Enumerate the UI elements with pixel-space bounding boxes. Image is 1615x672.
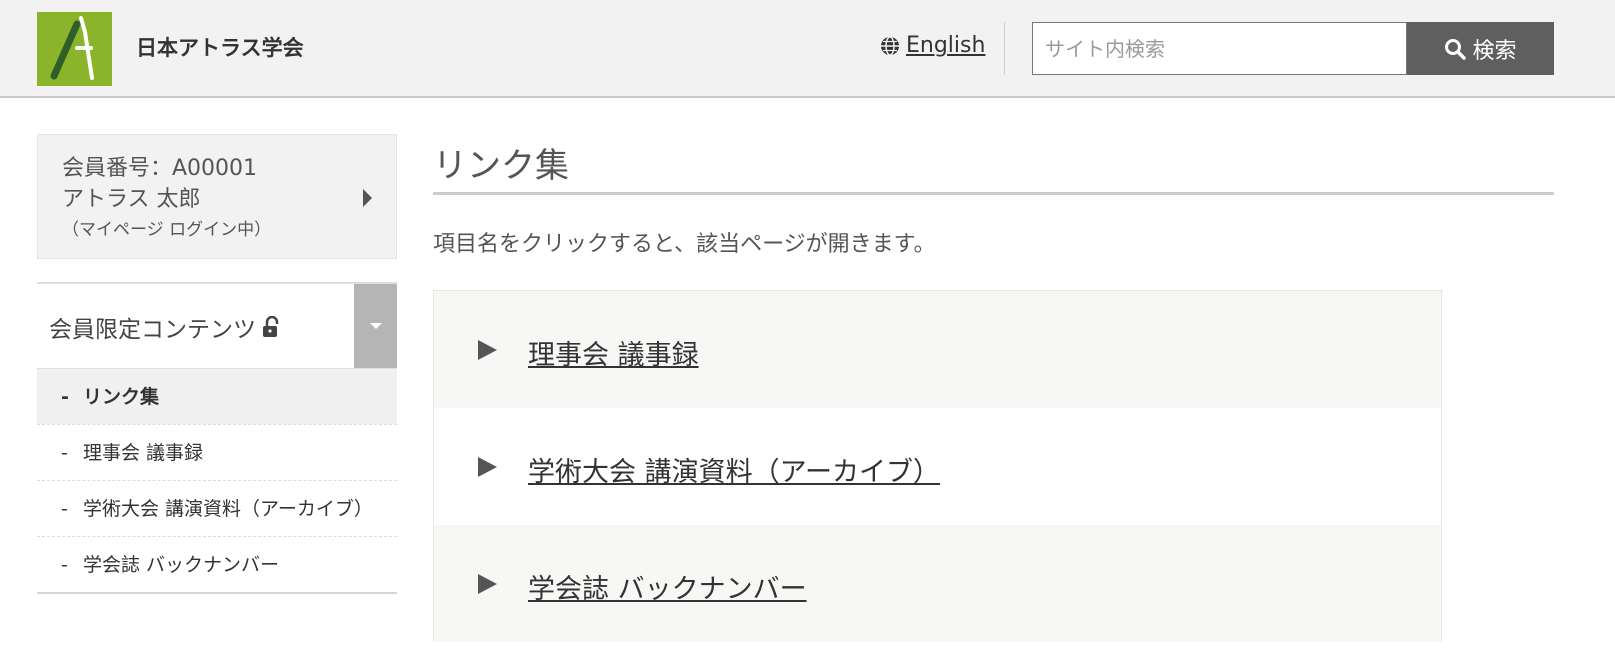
sidebar-item-links[interactable]: - リンク集 <box>37 368 397 424</box>
link-conference-archive[interactable]: 学術大会 講演資料（アーカイブ） <box>528 450 940 489</box>
page-title: リンク集 <box>433 146 569 186</box>
item-dash: - <box>61 442 68 464</box>
member-content-menu-header[interactable]: 会員限定コンテンツ <box>37 282 397 368</box>
globe-icon <box>881 35 899 56</box>
sidebar-item-label: 理事会 議事録 <box>83 442 204 464</box>
item-dash: - <box>61 554 68 576</box>
link-list: 理事会 議事録 学術大会 講演資料（アーカイブ） 学会誌 バックナンバー <box>433 290 1442 642</box>
search-icon <box>1445 38 1467 60</box>
header-divider <box>1004 22 1005 75</box>
search-button-label: 検索 <box>1472 38 1517 64</box>
member-number: 会員番号：A00001 <box>62 156 258 181</box>
menu-toggle-button[interactable] <box>354 284 397 368</box>
sidebar-item-label: リンク集 <box>83 386 160 408</box>
site-logo[interactable] <box>37 12 112 86</box>
triangle-right-icon <box>478 456 497 477</box>
link-row: 学術大会 講演資料（アーカイブ） <box>434 408 1441 525</box>
menu-title: 会員限定コンテンツ <box>49 310 280 344</box>
member-info-box[interactable]: 会員番号：A00001 アトラス 太郎 （マイページ ログイン中） <box>37 134 397 259</box>
sidebar-submenu: - リンク集 - 理事会 議事録 - 学術大会 講演資料（アーカイブ） - 学会誌 バッ… <box>37 368 397 594</box>
link-row: 理事会 議事録 <box>434 291 1441 408</box>
title-divider <box>433 192 1554 195</box>
unlocked-padlock-icon <box>263 316 279 337</box>
intro-text: 項目名をクリックすると、該当ページが開きます。 <box>433 232 936 257</box>
link-row: 学会誌 バックナンバー <box>434 525 1441 642</box>
item-dash: - <box>61 386 69 408</box>
sidebar-item-conference-archive[interactable]: - 学術大会 講演資料（アーカイブ） <box>37 480 397 536</box>
sidebar-item-label: 学会誌 バックナンバー <box>83 554 280 576</box>
login-status: （マイページ ログイン中） <box>62 220 272 240</box>
sidebar-item-board-minutes[interactable]: - 理事会 議事録 <box>37 424 397 480</box>
caret-down-icon <box>369 323 382 329</box>
logo-letter-a-icon <box>50 16 94 80</box>
sidebar-item-journal-backnumbers[interactable]: - 学会誌 バックナンバー <box>37 536 397 592</box>
site-title[interactable]: 日本アトラス学会 <box>136 32 304 62</box>
sidebar-item-label: 学術大会 講演資料（アーカイブ） <box>83 498 373 520</box>
site-header: 日本アトラス学会 English 検索 <box>0 0 1615 98</box>
triangle-right-icon <box>478 573 497 594</box>
search-input[interactable] <box>1032 22 1407 75</box>
link-journal-backnumbers[interactable]: 学会誌 バックナンバー <box>528 567 807 606</box>
english-link-label: English <box>906 33 986 58</box>
search-button[interactable]: 検索 <box>1407 22 1554 75</box>
english-link[interactable]: English <box>880 33 985 58</box>
link-board-minutes[interactable]: 理事会 議事録 <box>528 333 699 372</box>
item-dash: - <box>61 498 68 520</box>
triangle-right-icon <box>478 339 497 360</box>
caret-right-icon <box>363 189 372 207</box>
member-name: アトラス 太郎 <box>62 187 201 212</box>
menu-title-label: 会員限定コンテンツ <box>49 317 256 343</box>
